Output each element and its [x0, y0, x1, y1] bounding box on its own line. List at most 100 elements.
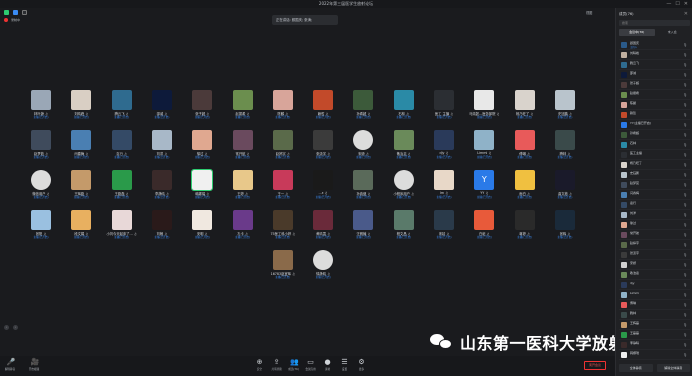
participant-tile[interactable]: 邵诚 ♫ 主播(已开启): [143, 90, 181, 119]
participant-tile[interactable]: 张辉 ♫ 主播(已开启): [546, 210, 584, 239]
participant-tile[interactable]: Im ♫ 主播(已开启): [425, 170, 463, 199]
member-row[interactable]: 陈麟 🎙: [619, 100, 690, 110]
member-row[interactable]: 颜国庆 主持人 🎙: [619, 40, 690, 50]
member-row[interactable]: 李静晴 🎙: [619, 340, 690, 350]
participant-tile[interactable]: Y YY ♫ 主播(已开启): [465, 170, 503, 199]
member-row[interactable]: 徐过 🎙: [619, 220, 690, 230]
participant-tile[interactable]: 孔卡 ♫ 主播(已开启): [224, 210, 262, 239]
member-row[interactable]: 王磊磊 🎙: [619, 330, 690, 340]
participant-tile[interactable]: 杨乃旺了 ♫ 主播(已开启): [506, 90, 544, 119]
unmute-all-button[interactable]: 解除全体静音: [656, 364, 690, 372]
participant-tile[interactable]: 徐静晴 ♫ 主播(已开启): [304, 250, 342, 279]
member-row[interactable]: 敬治嘉 🎙: [619, 270, 690, 280]
member-row[interactable]: 赵婷宇 🎙: [619, 240, 690, 250]
participant-tile[interactable]: 闫春梅 ♫ 主播(已开启): [62, 130, 100, 159]
participant-tile[interactable]: 赖哲 ♫ 主播(已开启): [304, 90, 342, 119]
participant-tile[interactable]: 张潇宇 ♫ 主播(已开启): [304, 130, 342, 159]
leave-meeting-button[interactable]: 离开会议: [584, 361, 606, 370]
participant-tile[interactable]: 傅琳 ♫ 主播(已开启): [506, 130, 544, 159]
participant-tile[interactable]: 石林 ♫ 主播(已开启): [385, 90, 423, 119]
participant-tile[interactable]: …ε ♫ 主播(已开启): [304, 170, 342, 199]
mic-muted-icon[interactable]: 🎙: [683, 273, 688, 277]
participant-tile[interactable]: 黄晴霞 ♫ 主播(已开启): [304, 210, 342, 239]
unmute-button[interactable]: 🎤 解除静音: [2, 359, 18, 372]
mic-muted-icon[interactable]: 🎙: [683, 113, 688, 117]
mic-muted-icon[interactable]: 🎙: [683, 303, 688, 307]
member-row[interactable]: 宋娇 🎙: [619, 260, 690, 270]
signal-icon[interactable]: [13, 10, 18, 15]
mic-muted-icon[interactable]: 🎙: [683, 333, 688, 337]
prev-page-icon[interactable]: ‹: [4, 325, 9, 330]
member-row[interactable]: 嘉行 🎙: [619, 200, 690, 210]
mic-muted-icon[interactable]: 🎙: [683, 53, 688, 57]
participant-tile[interactable]: 刘畅 ♫ 主播(已开启): [143, 210, 181, 239]
member-row[interactable]: 傅琳 🎙: [619, 300, 690, 310]
participant-tile[interactable]: 韩娜瑞 ♫ 主播(已开启): [183, 169, 221, 199]
participant-tile[interactable]: 小程序用户 ♫ 主播(已开启): [385, 170, 423, 199]
participant-tile[interactable]: 赵梦茹 ♫ 主播(已开启): [22, 130, 60, 159]
mic-muted-icon[interactable]: 🎙: [683, 83, 688, 87]
participant-tile[interactable]: 程文昌 ♫ 主播(已开启): [385, 210, 423, 239]
participant-tile[interactable]: 刘晴峰 ♫ 主播(已开启): [62, 90, 100, 119]
member-row[interactable]: 刘洋 🎙: [619, 210, 690, 220]
member-row[interactable]: 赖哲 🎙: [619, 110, 690, 120]
minimize-button[interactable]: —: [666, 1, 671, 7]
mic-muted-icon[interactable]: 🎙: [683, 193, 688, 197]
member-row[interactable]: Limmi 🎙: [619, 290, 690, 300]
settings-button[interactable]: ☰ 设置: [337, 359, 352, 372]
mic-muted-icon[interactable]: 🎙: [683, 73, 688, 77]
mic-muted-icon[interactable]: 🎙: [683, 173, 688, 177]
participant-tile[interactable]: 徐过 ♫ 主播(已开启): [183, 130, 221, 159]
mute-all-button[interactable]: 全体静音: [619, 364, 653, 372]
share-screen-button[interactable]: ⇪ 共享屏幕: [269, 359, 284, 372]
participant-tile[interactable]: 医工 主播 ♫ 主播(已开启): [425, 90, 463, 119]
participant-tile[interactable]: 赵婷宇 ♫ 主播(已开启): [264, 130, 302, 159]
mic-muted-icon[interactable]: 🎙: [683, 183, 688, 187]
participant-tile[interactable]: 腾林 ♫ 主播(已开启): [546, 130, 584, 159]
member-row[interactable]: 孙希超 🎙: [619, 130, 690, 140]
participant-tile[interactable]: djy ♫ 主播(已开启): [425, 130, 463, 159]
member-row[interactable]: 杨乃旺了 🎙: [619, 160, 690, 170]
mic-muted-icon[interactable]: 🎙: [683, 233, 688, 237]
member-row[interactable]: 王辉磊 🎙: [619, 320, 690, 330]
mic-muted-icon[interactable]: 🎙: [683, 253, 688, 257]
participant-tile[interactable]: 嘉行 ♫ 主播(已开启): [103, 130, 141, 159]
participant-tile[interactable]: 王一 ♫ 主播(已开启): [264, 170, 302, 199]
participant-tile[interactable]: 常开航 ♫ 主播(已开启): [224, 130, 262, 159]
participant-tile[interactable]: 孙希超 ♫ 主播(已开启): [344, 90, 382, 119]
participant-tile[interactable]: 刘洋 ♫ 主播(已开启): [143, 130, 181, 159]
mic-muted-icon[interactable]: 🎙: [683, 103, 688, 107]
mic-muted-icon[interactable]: 🎙: [683, 123, 688, 127]
participant-tile[interactable]: 张子超 ♫ 主播(已开启): [183, 90, 221, 119]
mic-muted-icon[interactable]: 🎙: [683, 163, 688, 167]
mic-muted-icon[interactable]: 🎙: [683, 213, 688, 217]
member-row[interactable]: 史钰鹏 🎙: [619, 170, 690, 180]
mic-muted-icon[interactable]: 🎙: [683, 43, 688, 47]
participant-tile[interactable]: 王磊磊 ♫ 主播(已开启): [103, 170, 141, 199]
participant-tile[interactable]: 段文娟 ♫ 主播(已开启): [62, 210, 100, 239]
member-row[interactable]: 赵振希 🎙: [619, 90, 690, 100]
participant-tile[interactable]: 敬治嘉 ♫ 主播(已开启): [385, 130, 423, 159]
participant-tile[interactable]: 宋婧 ♫ 主播(已开启): [425, 210, 463, 239]
member-row[interactable]: 石林 🎙: [619, 140, 690, 150]
mic-muted-icon[interactable]: 🎙: [683, 263, 688, 267]
shield-icon[interactable]: [4, 10, 9, 15]
maximize-button[interactable]: ☐: [675, 1, 679, 7]
member-row[interactable]: YY(主播已开启) 🎙: [619, 120, 690, 130]
info-icon[interactable]: [22, 10, 27, 15]
participant-tile[interactable]: 安明 ♫ 主播(已开启): [183, 210, 221, 239]
participant-tile[interactable]: 王辉磊 ♫ 主播(已开启): [62, 170, 100, 199]
member-row[interactable]: 张子超 🎙: [619, 80, 690, 90]
participant-tile[interactable]: 张阳 ♫ 主播(已开启): [22, 210, 60, 239]
mic-muted-icon[interactable]: 🎙: [683, 63, 688, 67]
member-row[interactable]: 张潇宇 🎙: [619, 250, 690, 260]
participant-tile[interactable]: 陈麟 ♫ 主播(已开启): [264, 90, 302, 119]
member-row[interactable]: 腾云飞 🎙: [619, 60, 690, 70]
member-row[interactable]: 闫春梅 🎙: [619, 190, 690, 200]
participant-tile[interactable]: 小刘今天起床了... ♫ 主播(已开启): [103, 210, 141, 239]
apps-button[interactable]: ▭ 会议应用: [303, 359, 318, 372]
participant-tile[interactable]: 李静晴 ♫ 主播(已开启): [143, 170, 181, 199]
participant-tile[interactable]: 曲文彬 ♫ 主播(已开启): [546, 170, 584, 199]
mic-muted-icon[interactable]: 🎙: [683, 133, 688, 137]
mic-muted-icon[interactable]: 🎙: [683, 283, 688, 287]
